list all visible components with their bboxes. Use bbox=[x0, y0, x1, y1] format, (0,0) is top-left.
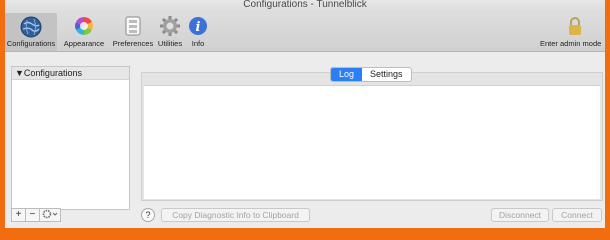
svg-text:i: i bbox=[196, 20, 201, 35]
tab-log[interactable]: Log bbox=[331, 68, 363, 81]
info-icon: i bbox=[188, 16, 208, 38]
admin-mode-button[interactable]: Enter admin mode bbox=[540, 13, 605, 51]
connect-button[interactable]: Connect bbox=[552, 208, 602, 222]
sidebar-toolbar: + − bbox=[11, 208, 61, 222]
log-panel bbox=[141, 72, 603, 201]
remove-configuration-button[interactable]: − bbox=[25, 208, 40, 222]
log-text-area[interactable] bbox=[144, 85, 600, 199]
window-title: Configurations - Tunnelblick bbox=[243, 0, 367, 10]
toolbar-preferences[interactable]: Preferences bbox=[110, 13, 156, 51]
tab-control: Log Settings bbox=[330, 67, 412, 82]
toolbar-utilities[interactable]: Utilities bbox=[156, 13, 184, 51]
toolbar-appearance[interactable]: Appearance bbox=[59, 13, 109, 51]
toolbar-info[interactable]: i Info bbox=[186, 13, 210, 51]
copy-diagnostic-button[interactable]: Copy Diagnostic Info to Clipboard bbox=[161, 208, 310, 222]
toolbar-configurations[interactable]: Configurations bbox=[5, 13, 57, 51]
gear-icon bbox=[42, 209, 58, 222]
add-configuration-button[interactable]: + bbox=[11, 208, 26, 222]
globe-icon bbox=[20, 16, 42, 40]
gear-icon bbox=[160, 16, 180, 38]
disclosure-triangle-icon[interactable]: ▼ bbox=[15, 68, 24, 78]
tab-settings[interactable]: Settings bbox=[362, 68, 411, 81]
sidebar-header[interactable]: ▼Configurations bbox=[12, 67, 129, 80]
switch-icon bbox=[125, 16, 141, 38]
lock-icon bbox=[567, 16, 583, 38]
toolbar: Configurations Appearance Preferences Ut… bbox=[5, 13, 605, 52]
disconnect-button[interactable]: Disconnect bbox=[491, 208, 549, 222]
gear-menu-button[interactable] bbox=[39, 208, 61, 222]
title-bar: Configurations - Tunnelblick bbox=[5, 0, 605, 13]
help-button[interactable]: ? bbox=[141, 208, 155, 222]
tunnelblick-window: Configurations - Tunnelblick Configurati… bbox=[5, 0, 605, 228]
configurations-sidebar: ▼Configurations bbox=[11, 66, 130, 210]
color-wheel-icon bbox=[74, 16, 94, 38]
